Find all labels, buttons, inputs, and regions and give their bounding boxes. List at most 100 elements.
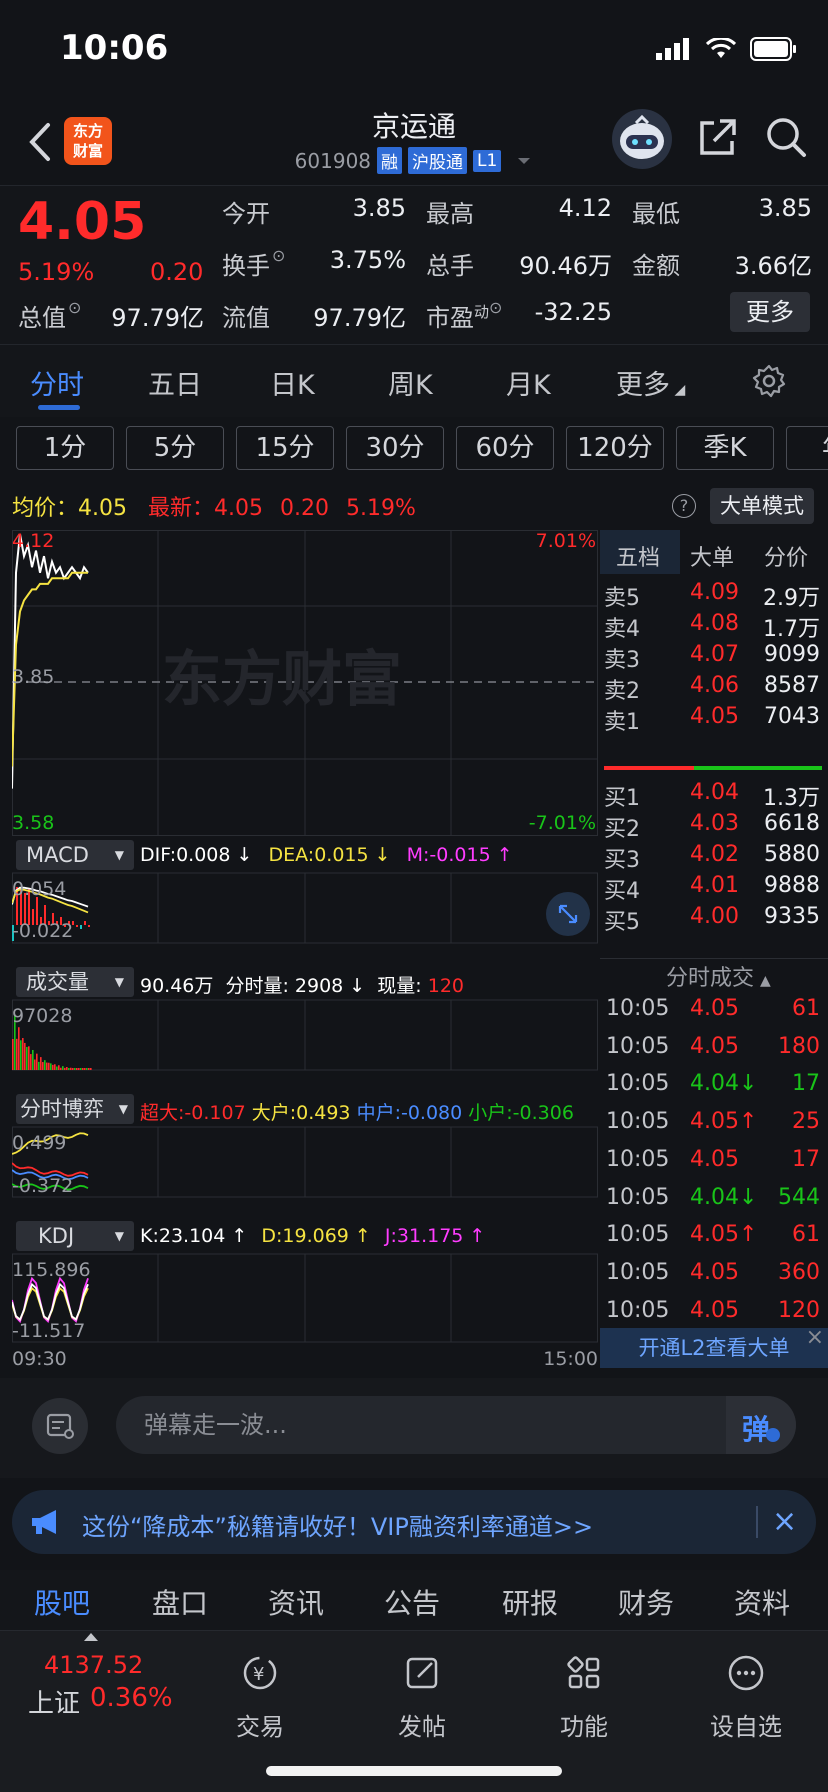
signal-icon <box>656 38 689 60</box>
mtab-60min[interactable]: 60分 <box>456 426 554 470</box>
buy-volume: 5880 <box>764 842 820 867</box>
gear-icon[interactable] <box>752 364 786 398</box>
tab-five-day[interactable]: 五日 <box>148 363 202 402</box>
nav-functions-label: 功能 <box>560 1713 608 1741</box>
nav-functions[interactable]: 功能 <box>524 1651 644 1742</box>
tab-finance[interactable]: 财务 <box>618 1582 674 1622</box>
tab-more[interactable]: 更多 ◢ <box>616 363 685 402</box>
volume-bar <box>20 1040 22 1070</box>
zongzhi-value: 97.79亿 <box>111 304 204 332</box>
nav-trade[interactable]: ¥ 交易 <box>200 1651 320 1742</box>
trade-row: 10:05 4.05 180 <box>600 1030 822 1064</box>
trades-title[interactable]: 分时成交 ▲ <box>666 960 771 992</box>
high-label: 最高 <box>426 200 474 228</box>
l2-upgrade-bar[interactable]: 开通L2查看大单 × <box>600 1325 828 1368</box>
volume-bar <box>28 1046 30 1070</box>
nav-post[interactable]: 发帖 <box>362 1651 482 1742</box>
mtab-season-k[interactable]: 季K <box>676 426 774 470</box>
danmaku-settings-icon[interactable] <box>32 1398 88 1454</box>
more-button[interactable]: 更多 <box>730 292 810 332</box>
mtab-1min[interactable]: 1分 <box>16 426 114 470</box>
buy-price: 4.01 <box>690 873 739 898</box>
banner-close-icon[interactable]: × <box>772 1504 802 1540</box>
nav-post-label: 发帖 <box>398 1713 446 1741</box>
sell-row: 卖1 4.05 7043 <box>600 700 822 735</box>
index-expand-arrow <box>84 1633 98 1641</box>
trade-time: 10:05 <box>606 996 670 1021</box>
mtab-year-k[interactable]: 年 <box>786 426 828 470</box>
trade-price: 4.05↑ <box>690 1222 758 1248</box>
volume-bar <box>44 1060 46 1070</box>
volume-bar <box>56 1066 58 1070</box>
buy-strength-bar <box>694 766 822 770</box>
mtab-5min[interactable]: 5分 <box>126 426 224 470</box>
tab-weekly-k[interactable]: 周K <box>388 363 433 402</box>
big-order-mode-button[interactable]: 大单模式 <box>710 488 814 524</box>
intraday-chart[interactable]: 东方财富 4.12 3.85 3.58 7.01% -7.01% MACD ▼ D… <box>12 530 598 1375</box>
dropdown-icon[interactable] <box>515 155 533 167</box>
banner-divider <box>756 1506 758 1538</box>
volume-bar <box>22 1038 24 1070</box>
sell-row: 卖4 4.08 1.7万 <box>600 607 822 642</box>
nav-watchlist[interactable]: 设自选 <box>686 1651 806 1742</box>
amount-label: 金额 <box>632 252 680 280</box>
search-icon[interactable] <box>764 115 808 159</box>
promo-banner[interactable]: 这份“降成本”秘籍请收好！VIP融资利率通道>> × <box>12 1490 816 1554</box>
tab-intraday[interactable]: 分时 <box>30 363 84 402</box>
order-tab-five[interactable]: 五档 <box>616 540 660 572</box>
share-icon[interactable] <box>696 115 740 159</box>
sell-price: 4.06 <box>690 673 739 698</box>
mtab-120min[interactable]: 120分 <box>566 426 664 470</box>
index-ticker[interactable]: 4137.52 上证 0.36% <box>0 1631 180 1761</box>
sell-row: 卖5 4.09 2.9万 <box>600 576 822 611</box>
danmaku-send-button[interactable]: 弹 <box>726 1396 796 1454</box>
sell-price: 4.08 <box>690 611 739 636</box>
tab-forum[interactable]: 股吧 <box>34 1582 90 1622</box>
tab-daily-k[interactable]: 日K <box>270 363 315 402</box>
latest-change: 0.20 <box>280 496 329 521</box>
trade-volume: 61 <box>792 1222 820 1248</box>
volume-bar <box>66 1067 68 1070</box>
tab-news[interactable]: 资讯 <box>268 1582 324 1622</box>
banner-text[interactable]: 这份“降成本”秘籍请收好！VIP融资利率通道>> <box>82 1507 593 1542</box>
mtab-15min[interactable]: 15分 <box>236 426 334 470</box>
volume-value: 90.46万 <box>519 252 612 280</box>
danmaku-bar: 弹幕走一波... 弹 <box>0 1378 828 1478</box>
trade-time: 10:05 <box>606 1297 670 1323</box>
tab-depth[interactable]: 盘口 <box>152 1582 208 1622</box>
game-indicator-select[interactable]: 分时博弈 ▼ <box>16 1094 134 1124</box>
index-pct: 0.36% <box>90 1683 173 1713</box>
volume-bar <box>72 1068 74 1070</box>
buy-price: 4.00 <box>690 904 739 929</box>
status-icons <box>656 36 798 62</box>
expand-icon[interactable] <box>546 892 590 936</box>
danmaku-input[interactable]: 弹幕走一波... <box>116 1396 796 1454</box>
stock-code: 601908 <box>294 148 372 173</box>
volume-indicator-select[interactable]: 成交量 ▼ <box>16 967 134 997</box>
volume-bar <box>68 1067 70 1070</box>
assistant-robot-icon[interactable] <box>612 109 672 169</box>
trade-time: 10:05 <box>606 1146 670 1172</box>
high-value: 4.12 <box>558 194 612 222</box>
macd-indicator-select[interactable]: MACD ▼ <box>16 840 134 870</box>
tab-monthly-k[interactable]: 月K <box>506 363 551 402</box>
sell-strength-bar <box>604 766 694 770</box>
pe-label: 市盈动⊙ <box>426 298 503 332</box>
help-icon[interactable]: ? <box>672 494 696 518</box>
battery-icon <box>750 37 796 61</box>
tab-profile[interactable]: 资料 <box>734 1582 790 1622</box>
tab-announcements[interactable]: 公告 <box>384 1582 440 1622</box>
kdj-indicator-select[interactable]: KDJ ▼ <box>16 1221 134 1251</box>
trade-price: 4.05 <box>690 1297 739 1323</box>
wifi-icon <box>706 38 736 58</box>
chart-info-line: 均价：4.05 最新：4.05 0.20 5.19% <box>12 490 416 522</box>
latest-pct: 5.19% <box>345 496 416 521</box>
order-tab-big[interactable]: 大单 <box>690 540 734 572</box>
order-tab-price[interactable]: 分价 <box>764 540 808 572</box>
tag-level: L1 <box>473 149 502 172</box>
index-name: 上证 <box>28 1689 81 1719</box>
tab-research[interactable]: 研报 <box>502 1582 558 1622</box>
mtab-30min[interactable]: 30分 <box>346 426 444 470</box>
content-tabs: 股吧 盘口 资讯 公告 研报 财务 资料 <box>0 1570 828 1630</box>
price-mid-label: 3.85 <box>12 666 55 688</box>
